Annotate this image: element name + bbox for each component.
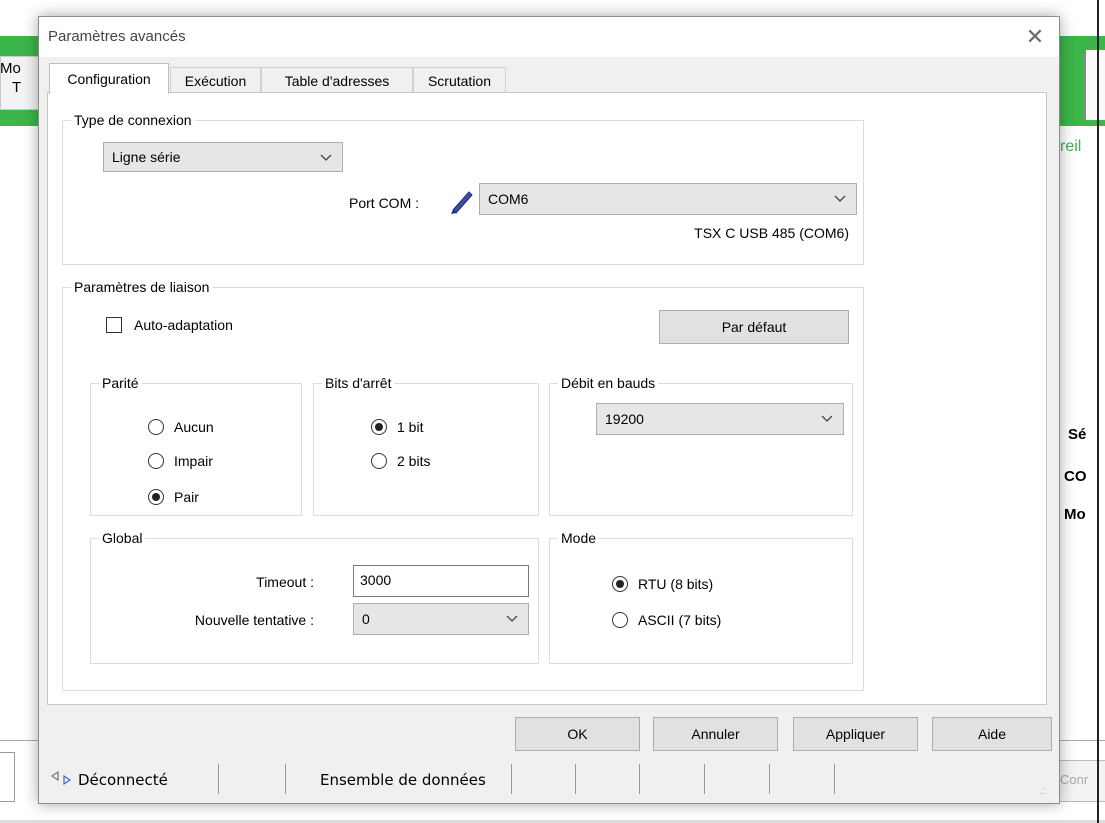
radio-circle [148,419,164,435]
tab-scan[interactable]: Scrutation [413,67,506,93]
port-com-value: COM6 [488,191,529,207]
ok-button[interactable]: OK [515,717,640,751]
radio-label: Impair [174,453,213,469]
radio-circle [371,453,387,469]
tab-label: Table d'adresses [284,73,390,89]
group-label: Mode [558,529,600,547]
background-left-box [0,752,15,802]
radio-circle [148,489,164,505]
connection-type-value: Ligne série [112,149,181,165]
retry-label: Nouvelle tentative : [194,612,314,628]
radio-label: Pair [174,489,199,505]
pencil-icon[interactable] [447,185,477,215]
tab-label: Scrutation [427,73,492,89]
radio-selected-dot [375,423,383,431]
group-label: Bits d'arrêt [322,374,395,392]
auto-adaptation-label: Auto-adaptation [134,317,233,333]
status-separator [704,764,705,794]
baud-rate-select[interactable]: 19200 [596,403,844,435]
status-separator [511,764,512,794]
configuration-tab-panel: Type de connexion Ligne série Port COM :… [47,92,1047,705]
cancel-button-label: Annuler [691,726,740,742]
status-separator [285,764,286,794]
port-description: TSX C USB 485 (COM6) [694,225,849,241]
dataset-label: Ensemble de données [320,771,486,789]
status-separator [575,764,576,794]
background-label: Conr [1060,772,1089,787]
dialog-title: Paramètres avancés [48,28,186,45]
baud-rate-value: 19200 [605,411,644,427]
background-label: Sé [1068,426,1087,443]
parity-group: Parité Aucun Impair Pair [90,374,302,516]
background-label: Mo [1064,506,1086,523]
radio-circle [612,576,628,592]
apply-button[interactable]: Appliquer [793,717,918,751]
group-label: Débit en bauds [558,374,659,392]
radio-circle [371,419,387,435]
disconnected-icon [50,768,72,788]
group-label: Type de connexion [71,111,195,129]
group-label: Paramètres de liaison [71,278,213,296]
resize-grip-icon[interactable]: .: [1040,786,1046,797]
apply-button-label: Appliquer [825,726,886,742]
status-separator [639,764,640,794]
global-group: Global Timeout : 3000 Nouvelle tentative… [90,529,539,664]
background-label: T [12,79,22,96]
retry-value: 0 [362,611,370,627]
radio-label: 2 bits [397,453,431,469]
background-right-edge [1097,0,1099,823]
connection-status: Déconnecté [78,771,168,789]
retry-select[interactable]: 0 [353,603,529,635]
close-icon: ✕ [1025,24,1045,49]
close-button[interactable]: ✕ [1021,23,1049,51]
help-button-label: Aide [977,726,1007,742]
radio-circle [612,612,628,628]
connection-type-select[interactable]: Ligne série [103,142,343,172]
radio-selected-dot [616,580,624,588]
radio-label: Aucun [174,419,214,435]
default-button[interactable]: Par défaut [659,310,849,344]
chevron-down-icon [834,184,846,203]
timeout-label: Timeout : [256,574,314,590]
status-separator [769,764,770,794]
radio-label: RTU (8 bits) [638,576,714,592]
background-label: CO [1064,468,1087,485]
stop-bits-group: Bits d'arrêt 1 bit 2 bits [313,374,539,516]
mode-group: Mode RTU (8 bits) ASCII (7 bits) [549,529,853,664]
port-com-select[interactable]: COM6 [479,183,857,215]
group-label: Global [99,529,146,547]
advanced-settings-dialog: Paramètres avancés ✕ Configuration Exécu… [38,16,1060,804]
radio-circle [148,453,164,469]
radio-label: 1 bit [397,419,424,435]
tab-configuration[interactable]: Configuration [49,63,169,94]
baud-rate-group: Débit en bauds 19200 [549,374,853,516]
cancel-button[interactable]: Annuler [653,717,778,751]
tab-label: Exécution [184,73,247,89]
port-com-label: Port COM : [349,195,420,211]
auto-adaptation-checkbox[interactable] [106,317,122,333]
chevron-down-icon [506,604,518,623]
background-label: reil [1060,138,1082,155]
background-panel-right [1084,50,1105,120]
default-button-label: Par défaut [721,319,787,335]
group-label: Parité [99,374,142,392]
tab-execution[interactable]: Exécution [170,67,261,93]
chevron-down-icon [320,143,332,162]
chevron-down-icon [821,404,833,423]
status-separator [834,764,835,794]
timeout-input[interactable]: 3000 [353,565,529,597]
radio-label: ASCII (7 bits) [638,612,722,628]
tab-address-table[interactable]: Table d'adresses [261,67,413,93]
tab-label: Configuration [67,71,151,87]
status-separator [218,764,219,794]
ok-button-label: OK [567,726,588,742]
timeout-value: 3000 [360,572,392,588]
link-parameters-group: Paramètres de liaison Auto-adaptation Pa… [62,278,864,691]
connection-type-group: Type de connexion Ligne série Port COM :… [62,111,864,265]
help-button[interactable]: Aide [932,717,1052,751]
status-bar: Déconnecté Ensemble de données .: [38,758,1058,802]
dialog-titlebar[interactable]: Paramètres avancés ✕ [39,17,1059,57]
radio-selected-dot [152,493,160,501]
background-label: Mo [0,60,21,77]
